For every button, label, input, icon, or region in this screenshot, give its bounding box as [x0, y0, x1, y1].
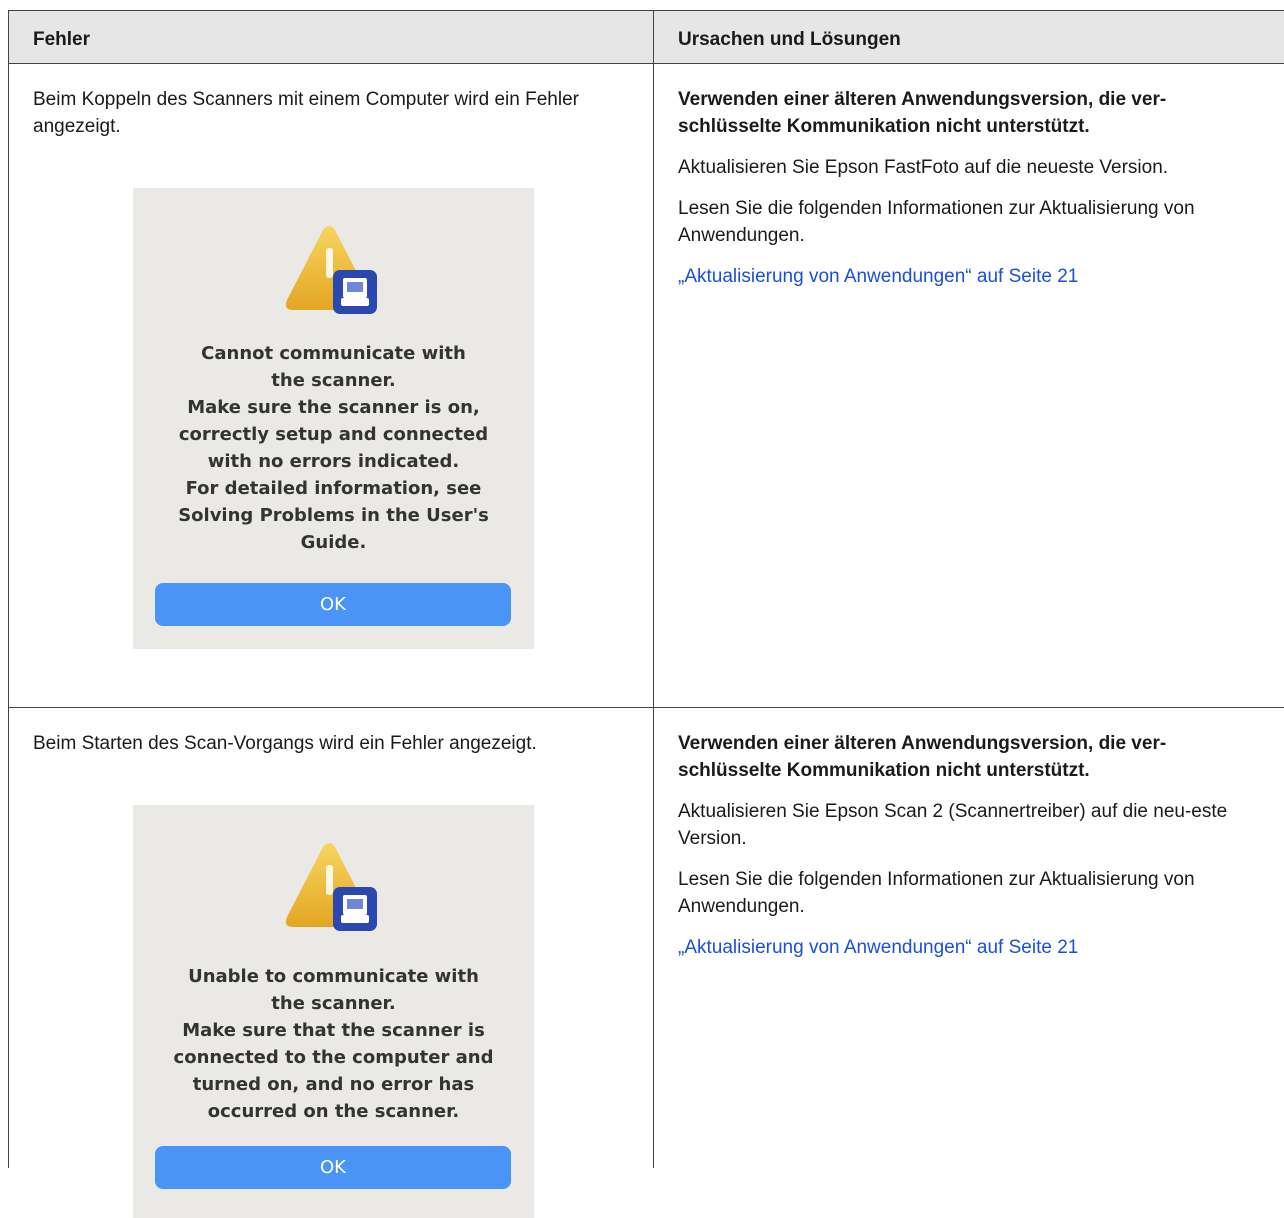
error-description: Beim Starten des Scan-Vorgangs wird ein … — [33, 733, 537, 754]
header-causes-solutions: Ursachen und Lösungen — [654, 11, 1284, 63]
solution-cell: Verwenden einer älteren Anwendungsversio… — [654, 708, 1284, 1168]
update-apps-link[interactable]: „Aktualisierung von Anwendungen“ auf Sei… — [678, 937, 1078, 958]
dialog-message: Cannot communicate with the scanner. Mak… — [178, 343, 489, 553]
cause-title: Verwenden einer älteren Anwendungsversio… — [678, 733, 1167, 781]
error-cell: Beim Starten des Scan-Vorgangs wird ein … — [9, 708, 654, 1218]
dialog-message: Unable to communicate with the scanner. … — [173, 966, 494, 1122]
table-row: Beim Koppeln des Scanners mit einem Comp… — [9, 64, 1284, 708]
scanner-icon — [333, 270, 377, 314]
info-text: Lesen Sie die folgenden Informationen zu… — [678, 198, 1195, 246]
solution-cell: Verwenden einer älteren Anwendungsversio… — [654, 64, 1284, 707]
error-dialog-screenshot: Cannot communicate with the scanner. Mak… — [133, 188, 534, 649]
scanner-icon — [333, 887, 377, 931]
solution-text: Aktualisieren Sie Epson FastFoto auf die… — [678, 157, 1169, 178]
table-header-row: Fehler Ursachen und Lösungen — [9, 11, 1284, 64]
header-error: Fehler — [9, 11, 654, 63]
table-row: Beim Starten des Scan-Vorgangs wird ein … — [9, 708, 1284, 1218]
info-text: Lesen Sie die folgenden Informationen zu… — [678, 869, 1195, 917]
warning-icon — [281, 224, 391, 324]
update-apps-link[interactable]: „Aktualisierung von Anwendungen“ auf Sei… — [678, 266, 1078, 287]
cause-title: Verwenden einer älteren Anwendungsversio… — [678, 89, 1167, 137]
error-dialog-screenshot: Unable to communicate with the scanner. … — [133, 805, 534, 1218]
error-cell: Beim Koppeln des Scanners mit einem Comp… — [9, 64, 654, 707]
solution-text: Aktualisieren Sie Epson Scan 2 (Scannert… — [678, 801, 1228, 849]
error-description: Beim Koppeln des Scanners mit einem Comp… — [33, 89, 579, 137]
troubleshooting-table: Fehler Ursachen und Lösungen Beim Koppel… — [8, 10, 1284, 1218]
ok-button[interactable]: OK — [155, 583, 511, 626]
warning-icon — [281, 841, 391, 941]
ok-button[interactable]: OK — [155, 1146, 511, 1189]
